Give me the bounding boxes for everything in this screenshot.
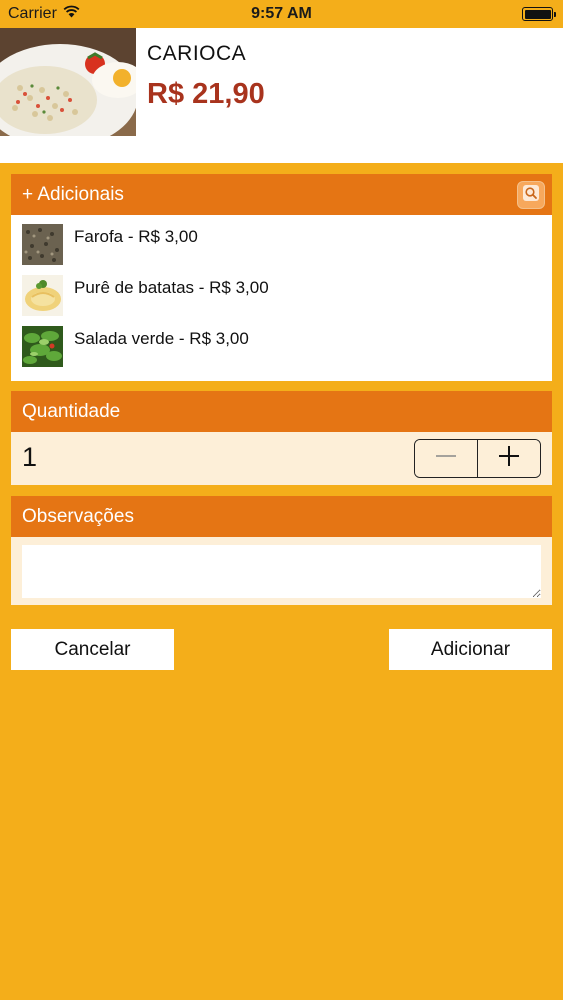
adicionais-header: + Adicionais bbox=[11, 174, 552, 215]
quantidade-header: Quantidade bbox=[11, 391, 552, 432]
minus-icon bbox=[435, 445, 457, 472]
increment-button[interactable] bbox=[478, 440, 540, 477]
product-price: R$ 21,90 bbox=[147, 78, 265, 110]
observacoes-panel: Observações bbox=[11, 496, 552, 605]
search-button[interactable] bbox=[517, 181, 545, 209]
addon-item-salada-verde[interactable]: Salada verde - R$ 3,00 bbox=[22, 326, 249, 367]
addon-item-farofa[interactable]: Farofa - R$ 3,00 bbox=[22, 224, 198, 265]
observacoes-title: Observações bbox=[22, 506, 134, 527]
observacoes-body bbox=[11, 537, 552, 605]
addon-thumbnail-salada-verde bbox=[22, 326, 63, 367]
adicionais-panel: + Adicionais Farofa - R$ 3,00 Purê de ba… bbox=[11, 174, 552, 381]
decrement-button[interactable] bbox=[415, 440, 477, 477]
status-time: 9:57 AM bbox=[251, 5, 312, 22]
battery-icon bbox=[522, 7, 556, 21]
quantidade-panel: Quantidade 1 bbox=[11, 391, 552, 485]
addon-thumbnail-pure-de-batatas bbox=[22, 275, 63, 316]
product-header: CARIOCA R$ 21,90 bbox=[0, 28, 563, 163]
cancel-button[interactable]: Cancelar bbox=[11, 629, 174, 670]
addon-label-farofa: Farofa - R$ 3,00 bbox=[74, 226, 198, 246]
status-bar: Carrier 9:57 AM bbox=[0, 0, 563, 28]
quantity-row: 1 bbox=[11, 432, 552, 485]
observacoes-header: Observações bbox=[11, 496, 552, 537]
quantidade-title: Quantidade bbox=[22, 401, 121, 422]
quantity-value: 1 bbox=[22, 442, 38, 472]
adicionais-list: Farofa - R$ 3,00 Purê de batatas - R$ 3,… bbox=[11, 215, 552, 381]
plus-icon bbox=[498, 445, 520, 472]
addon-label-pure-de-batatas: Purê de batatas - R$ 3,00 bbox=[74, 277, 269, 297]
add-button[interactable]: Adicionar bbox=[389, 629, 552, 670]
adicionais-title[interactable]: + Adicionais bbox=[22, 184, 124, 205]
addon-thumbnail-farofa bbox=[22, 224, 63, 265]
addon-item-pure-de-batatas[interactable]: Purê de batatas - R$ 3,00 bbox=[22, 275, 269, 316]
product-image bbox=[0, 28, 136, 136]
search-icon bbox=[523, 175, 539, 216]
product-name: CARIOCA bbox=[147, 42, 247, 65]
quantity-stepper[interactable] bbox=[414, 439, 541, 478]
addon-label-salada-verde: Salada verde - R$ 3,00 bbox=[74, 328, 249, 348]
observacoes-input[interactable] bbox=[22, 545, 541, 598]
